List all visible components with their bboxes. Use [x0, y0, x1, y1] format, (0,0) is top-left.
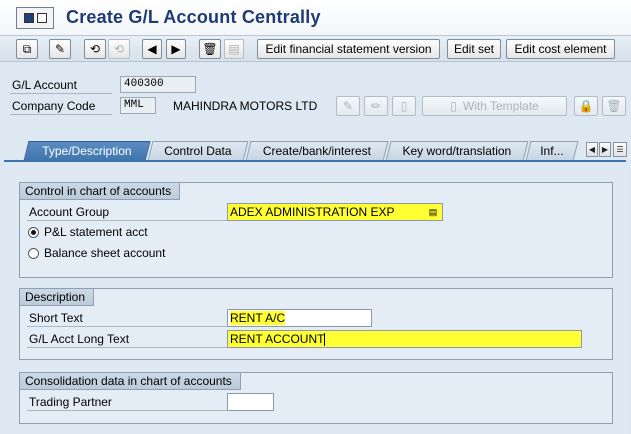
delete-icon[interactable]: 🗑 [199, 39, 221, 59]
tab-control-data[interactable]: Control Data [147, 141, 249, 161]
copy-icon[interactable]: ⟲ [108, 39, 130, 59]
description-group: Description Short Text RENT A/C G/L Acct… [19, 288, 613, 360]
control-chart-group: Control in chart of accounts Account Gro… [19, 182, 613, 278]
group-title: Consolidation data in chart of accounts [20, 373, 241, 390]
edit-icon[interactable]: ✏ [364, 96, 388, 116]
system-menu-icon[interactable] [16, 7, 54, 29]
trash-icon[interactable]: 🗑 [602, 96, 626, 116]
next-icon[interactable]: ▶ [166, 39, 186, 59]
tab-panel: Control in chart of accounts Account Gro… [4, 160, 626, 434]
edit-financial-statement-version-button[interactable]: Edit financial statement version [257, 39, 440, 59]
tab-keyword-translation[interactable]: Key word/translation [385, 141, 529, 161]
other-account-icon[interactable]: ⧉ [16, 39, 38, 59]
long-text-field[interactable]: RENT ACCOUNT [227, 330, 582, 348]
account-group-label: Account Group [27, 204, 227, 221]
display-icon[interactable]: ▯ [392, 96, 416, 116]
tab-scroll-right-icon[interactable]: ▶ [599, 142, 611, 157]
tab-list-icon[interactable]: ☰ [613, 142, 627, 157]
group-title: Description [20, 289, 95, 306]
tab-create-bank-interest[interactable]: Create/bank/interest [245, 141, 389, 161]
where-used-icon[interactable]: ⟲ [84, 39, 106, 59]
group-title: Control in chart of accounts [20, 183, 181, 200]
trading-partner-label: Trading Partner [27, 394, 227, 411]
long-text-label: G/L Acct Long Text [27, 331, 227, 348]
edit-set-button[interactable]: Edit set [447, 39, 501, 59]
short-text-label: Short Text [27, 310, 227, 327]
dropdown-icon[interactable]: ▤ [427, 206, 439, 218]
tab-scroll-left-icon[interactable]: ◀ [586, 142, 598, 157]
company-code-label: Company Code [10, 98, 112, 115]
company-name: MAHINDRA MOTORS LTD [173, 99, 318, 113]
display-change-icon[interactable]: ✎ [49, 39, 71, 59]
consolidation-group: Consolidation data in chart of accounts … [19, 372, 613, 424]
gl-account-field[interactable]: 400300 [120, 76, 196, 93]
text-cursor [324, 333, 326, 347]
previous-icon[interactable]: ◀ [142, 39, 162, 59]
tab-strip: Type/Description Control Data Create/ban… [0, 141, 631, 161]
tab-type-description[interactable]: Type/Description [23, 141, 151, 161]
pl-statement-radio[interactable] [28, 227, 39, 238]
lock-icon[interactable]: 🔒 [574, 96, 598, 116]
company-code-field[interactable]: MML [120, 97, 156, 114]
application-toolbar: ⧉ ✎ ⟲ ⟲ ◀ ▶ 🗑 ▤ Edit financial statement… [0, 36, 631, 62]
short-text-field[interactable]: RENT A/C [227, 309, 372, 327]
tab-information[interactable]: Inf... [525, 141, 579, 161]
page-title: Create G/L Account Centrally [66, 7, 321, 27]
trading-partner-field[interactable] [227, 393, 274, 411]
edit-cost-element-button[interactable]: Edit cost element [506, 39, 615, 59]
balance-sheet-radio[interactable] [28, 248, 39, 259]
account-group-field[interactable]: ADEX ADMINISTRATION EXP [227, 203, 443, 221]
with-template-button[interactable]: ▯ With Template [422, 96, 567, 116]
title-bar: Create G/L Account Centrally [0, 0, 631, 36]
gl-account-label: G/L Account [10, 77, 112, 94]
template-icon: ▯ [450, 99, 457, 113]
balance-sheet-label: Balance sheet account [44, 246, 166, 260]
pl-statement-label: P&L statement acct [44, 225, 148, 239]
create-icon[interactable]: ✎ [336, 96, 360, 116]
document-icon[interactable]: ▤ [224, 39, 244, 59]
